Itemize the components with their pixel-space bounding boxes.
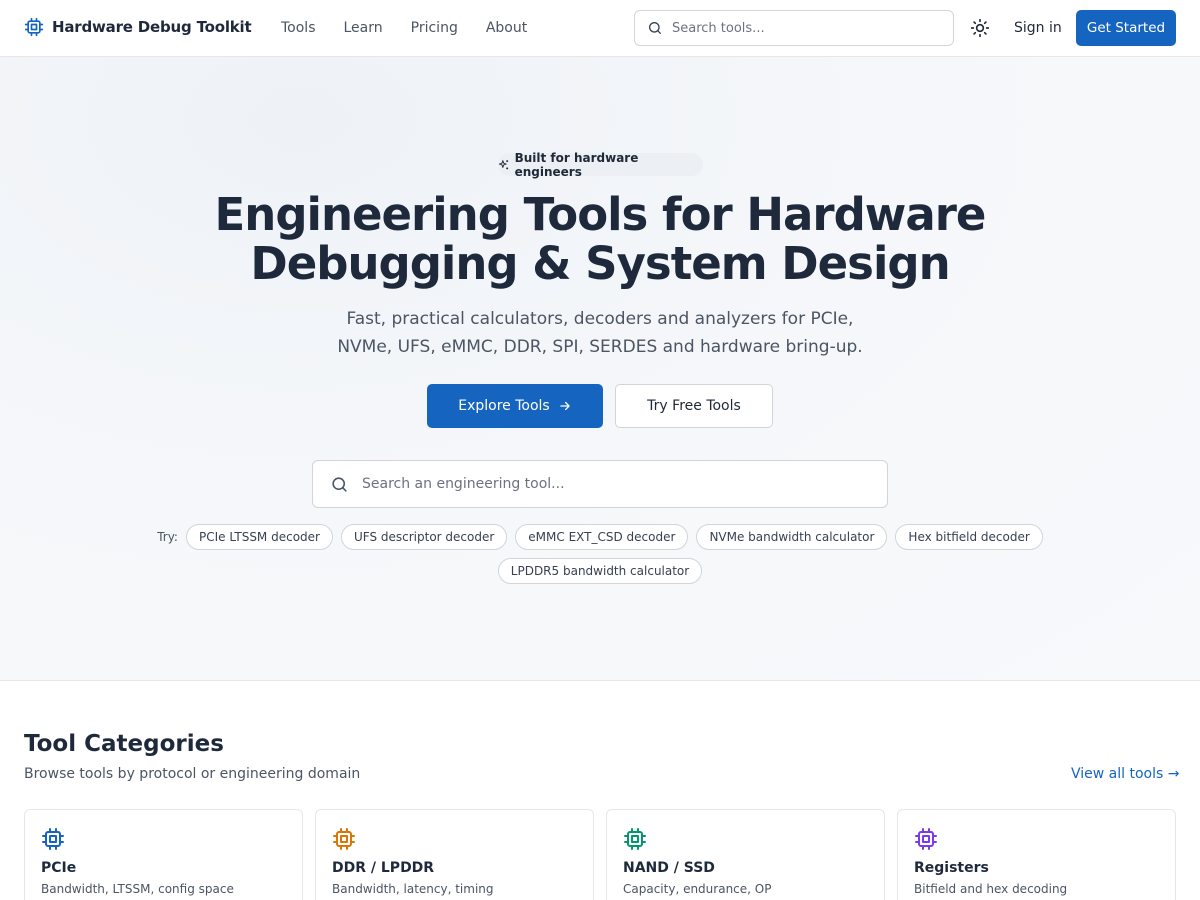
nav-link-tools[interactable]: Tools bbox=[281, 18, 316, 38]
suggestion-chip[interactable]: eMMC EXT_CSD decoder bbox=[515, 524, 689, 550]
chip-icon bbox=[24, 17, 44, 37]
hero-title: Engineering Tools for Hardware Debugging… bbox=[100, 190, 1100, 288]
hero-title-line1: Engineering Tools for Hardware bbox=[214, 188, 987, 241]
hero-subtitle-line2: NVMe, UFS, eMMC, DDR, SPI, SERDES and ha… bbox=[337, 337, 863, 357]
nav-link-pricing[interactable]: Pricing bbox=[411, 18, 458, 38]
nav-search-input[interactable] bbox=[672, 20, 942, 36]
category-card-ddr[interactable]: DDR / LPDDR Bandwidth, latency, timing bbox=[315, 809, 594, 900]
category-card-title: PCIe bbox=[41, 860, 77, 876]
suggestion-chip[interactable]: NVMe bandwidth calculator bbox=[696, 524, 888, 550]
category-card-registers[interactable]: Registers Bitfield and hex decoding bbox=[897, 809, 1176, 900]
hero-badge-text: Built for hardware engineers bbox=[514, 150, 639, 179]
category-card-title: DDR / LPDDR bbox=[332, 860, 435, 876]
category-card-desc: Bitfield and hex decoding bbox=[914, 882, 1068, 896]
try-free-tools-button[interactable]: Try Free Tools bbox=[615, 384, 773, 428]
category-card-title: Registers bbox=[914, 860, 989, 876]
arrow-right-icon bbox=[560, 401, 570, 411]
suggestion-chip[interactable]: LPDDR5 bandwidth calculator bbox=[497, 558, 703, 584]
category-card-desc: Capacity, endurance, OP bbox=[623, 882, 772, 896]
hero-subtitle-line1: Fast, practical calculators, decoders an… bbox=[346, 309, 854, 329]
suggestion-chip[interactable]: UFS descriptor decoder bbox=[340, 524, 508, 550]
view-all-tools-link[interactable]: View all tools → bbox=[1071, 766, 1179, 782]
brand-name: Hardware Debug Toolkit bbox=[52, 18, 252, 36]
category-card-title: NAND / SSD bbox=[623, 860, 715, 876]
sign-in-link[interactable]: Sign in bbox=[1014, 18, 1062, 38]
suggestion-chips: Try: PCIe LTSSM decoder UFS descriptor d… bbox=[100, 524, 1100, 584]
top-navbar: Hardware Debug Toolkit Tools Learn Prici… bbox=[0, 0, 1200, 57]
explore-tools-button[interactable]: Explore Tools bbox=[427, 384, 603, 428]
hero-section: Built for hardware engineers Engineering… bbox=[0, 57, 1200, 681]
category-card-pcie[interactable]: PCIe Bandwidth, LTSSM, config space bbox=[24, 809, 303, 900]
sparkles-icon bbox=[498, 159, 509, 169]
chip-icon bbox=[333, 828, 355, 850]
categories-title: Tool Categories bbox=[24, 731, 224, 757]
explore-tools-label: Explore Tools bbox=[458, 398, 550, 414]
category-card-desc: Bandwidth, LTSSM, config space bbox=[41, 882, 234, 896]
category-cards: PCIe Bandwidth, LTSSM, config space DDR … bbox=[24, 809, 1176, 900]
search-icon bbox=[332, 476, 347, 492]
chip-icon bbox=[915, 828, 937, 850]
hero-badge: Built for hardware engineers bbox=[498, 150, 703, 179]
search-icon bbox=[649, 22, 661, 34]
chip-icon bbox=[624, 828, 646, 850]
sun-icon[interactable] bbox=[970, 18, 990, 38]
brand-logo-link[interactable]: Hardware Debug Toolkit bbox=[24, 17, 252, 37]
suggestion-chip[interactable]: Hex bitfield decoder bbox=[895, 524, 1043, 550]
nav-link-learn[interactable]: Learn bbox=[344, 18, 383, 38]
category-card-desc: Bandwidth, latency, timing bbox=[332, 882, 494, 896]
suggestion-chip[interactable]: PCIe LTSSM decoder bbox=[185, 524, 333, 550]
try-label: Try: bbox=[157, 530, 178, 544]
hero-search-box bbox=[312, 460, 888, 508]
hero-search-input[interactable] bbox=[362, 476, 862, 492]
hero-title-line2: Debugging & System Design bbox=[250, 237, 950, 290]
get-started-button[interactable]: Get Started bbox=[1076, 10, 1176, 46]
hero-subtitle: Fast, practical calculators, decoders an… bbox=[300, 305, 900, 361]
category-card-nand[interactable]: NAND / SSD Capacity, endurance, OP bbox=[606, 809, 885, 900]
categories-subtitle: Browse tools by protocol or engineering … bbox=[24, 766, 361, 782]
chip-icon bbox=[42, 828, 64, 850]
main-nav: Tools Learn Pricing About bbox=[281, 18, 555, 38]
nav-link-about[interactable]: About bbox=[486, 18, 527, 38]
nav-search-box bbox=[634, 10, 954, 46]
